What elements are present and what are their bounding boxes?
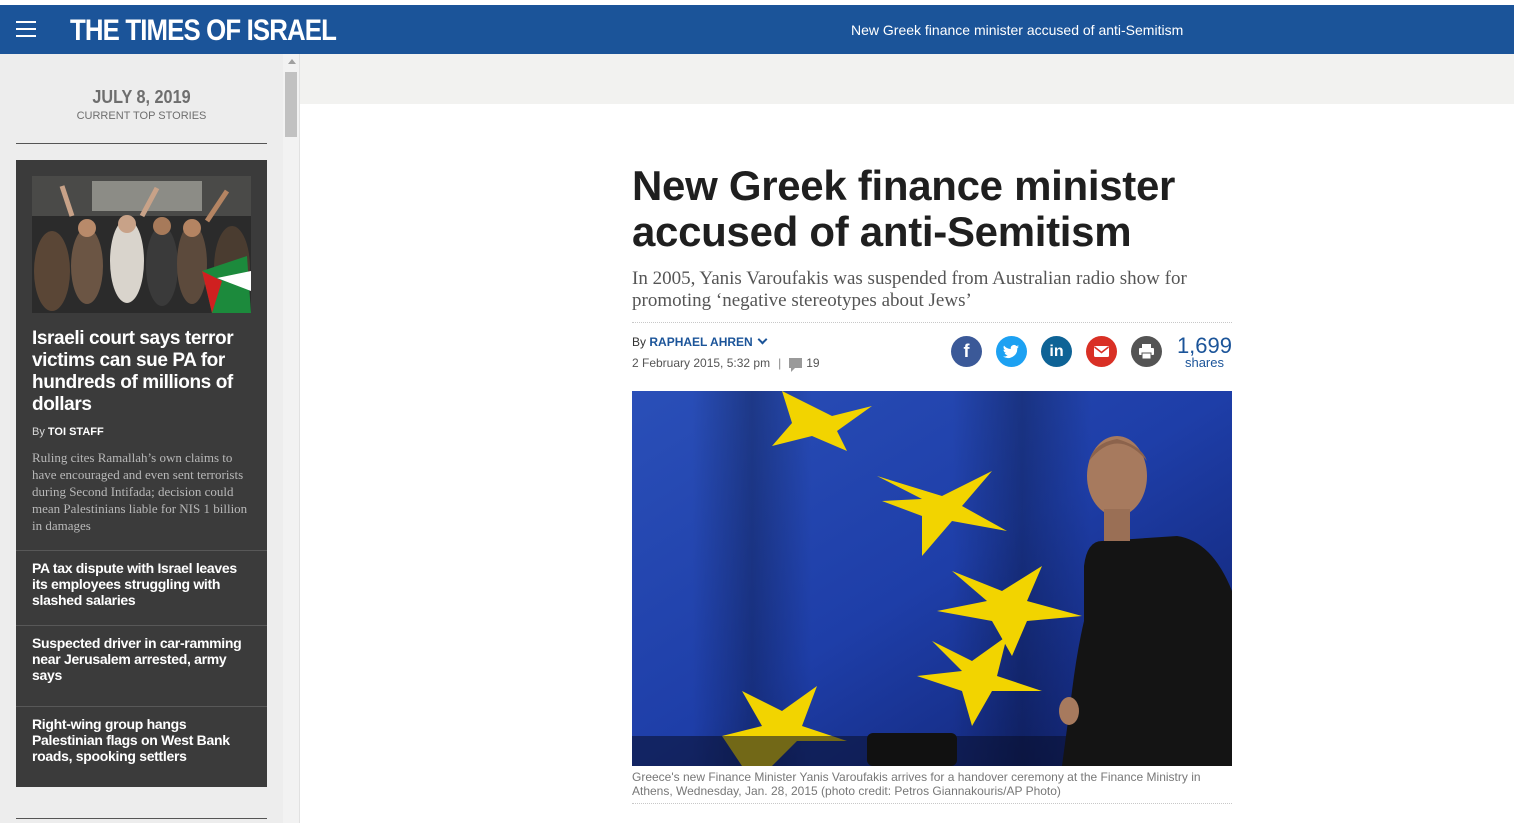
article-photo[interactable]: [632, 391, 1232, 766]
article-author[interactable]: RAPHAEL AHREN: [649, 335, 752, 349]
divider: [632, 322, 1232, 323]
scroll-thumb[interactable]: [285, 72, 297, 137]
sidebar-date-subtitle: CURRENT TOP STORIES: [76, 110, 207, 122]
divider: [16, 143, 267, 144]
main-story-author[interactable]: TOI STAFF: [48, 426, 104, 438]
sidebar: JULY 8, 2019 CURRENT TOP STORIES Israeli…: [0, 54, 283, 823]
print-icon[interactable]: [1131, 336, 1162, 367]
article-date: 2 February 2015, 5:32 pm: [632, 356, 771, 370]
mail-icon[interactable]: [1086, 336, 1117, 367]
photo-caption: Greece's new Finance Minister Yanis Varo…: [632, 770, 1201, 798]
main-story-photo[interactable]: [32, 176, 251, 313]
current-article-headline: New Greek finance minister accused of an…: [851, 22, 1184, 38]
article-subtitle: In 2005, Yanis Varoufakis was suspended …: [632, 268, 1187, 311]
article-dateline: 2 February 2015, 5:32 pm | 19: [632, 356, 820, 372]
list-item[interactable]: Suspected driver in car-ramming near Jer…: [16, 625, 267, 707]
article-title: New Greek finance minister accused of an…: [632, 162, 1176, 255]
scroll-up-icon[interactable]: [288, 59, 296, 64]
sidebar-scrollbar[interactable]: [283, 54, 300, 823]
site-logo[interactable]: THE TIMES OF ISRAEL: [70, 14, 337, 48]
chevron-down-icon[interactable]: [757, 334, 768, 345]
top-bar: THE TIMES OF ISRAEL New Greek finance mi…: [0, 5, 1514, 54]
shares-label: shares: [1184, 355, 1224, 370]
article-byline: By RAPHAEL AHREN: [632, 334, 768, 349]
main-story-summary: Ruling cites Ramallah’s own claims to ha…: [32, 450, 248, 533]
top-stories-box: Israeli court says terror victims can su…: [16, 160, 267, 787]
linkedin-icon[interactable]: in: [1041, 336, 1072, 367]
byline-prefix: By: [632, 335, 647, 349]
separator: |: [778, 356, 782, 370]
sidebar-date: JULY 8, 2019: [92, 87, 191, 107]
ad-band: [300, 54, 1514, 104]
list-item[interactable]: PA tax dispute with Israel leaves its em…: [16, 550, 267, 626]
list-item[interactable]: Right-wing group hangs Palestinian flags…: [16, 706, 267, 787]
facebook-icon[interactable]: f: [951, 336, 982, 367]
main-story-title[interactable]: Israeli court says terror victims can su…: [32, 328, 257, 416]
byline-prefix: By: [32, 426, 45, 438]
menu-icon[interactable]: [16, 21, 36, 39]
comment-count[interactable]: 19: [806, 356, 819, 370]
divider: [16, 818, 267, 819]
twitter-icon[interactable]: [996, 336, 1027, 367]
divider: [632, 803, 1232, 804]
comment-icon[interactable]: [789, 358, 803, 372]
main-story-byline: By TOI STAFF: [32, 426, 104, 438]
